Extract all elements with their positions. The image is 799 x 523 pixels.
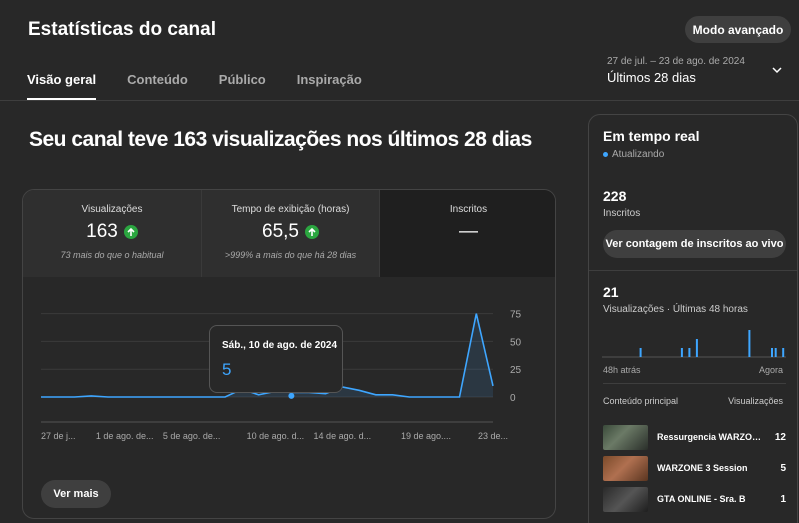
realtime-subs-value: 228 — [603, 188, 627, 204]
realtime-subs-label: Inscritos — [603, 208, 641, 219]
chart-tooltip: Sáb., 10 de ago. de 2024 5 — [209, 325, 343, 393]
metric-note: >999% a mais do que há 28 dias — [224, 250, 357, 260]
tab-inspiration[interactable]: Inspiração — [297, 72, 362, 100]
overview-card: Visualizações 163 73 mais do que o habit… — [22, 189, 556, 519]
x-tick-label: 19 de ago.... — [401, 431, 451, 441]
headline: Seu canal teve 163 visualizações nos últ… — [29, 128, 532, 151]
metric-subscribers[interactable]: Inscritos — — [379, 190, 555, 277]
realtime-bar — [748, 330, 751, 357]
realtime-status: Atualizando — [612, 149, 665, 160]
arrow-up-icon — [304, 225, 319, 239]
metric-value: — — [459, 221, 478, 242]
live-sub-count-button[interactable]: Ver contagem de inscritos ao vivo — [603, 230, 786, 258]
metric-label: Inscritos — [449, 204, 488, 215]
metric-note: 73 mais do que o habitual — [60, 250, 164, 260]
top-content-header: Conteúdo principal — [603, 396, 679, 406]
advanced-mode-button[interactable]: Modo avançado — [685, 16, 791, 43]
metric-value: 65,5 — [262, 221, 299, 242]
divider — [603, 383, 786, 384]
realtime-bar — [639, 348, 642, 357]
tooltip-value: 5 — [222, 360, 232, 379]
x-tick-label: 1 de ago. de... — [96, 431, 154, 441]
tab-overview[interactable]: Visão geral — [27, 72, 97, 100]
realtime-title: Em tempo real — [603, 128, 700, 144]
realtime-card: Em tempo real Atualizando 228 Inscritos … — [588, 114, 798, 523]
header: Estatísticas do canal Modo avançado Visã… — [0, 0, 799, 101]
y-tick-label: 75 — [510, 310, 522, 321]
date-range-selector[interactable]: 27 de jul. – 23 de ago. de 2024 Últimos … — [607, 56, 745, 85]
realtime-views-value: 21 — [603, 284, 619, 300]
realtime-bar — [695, 339, 698, 357]
video-thumbnail — [603, 455, 648, 481]
x-tick-label: 5 de ago. de... — [163, 431, 221, 441]
views-header: Visualizações — [728, 396, 783, 406]
highlight-point — [288, 392, 295, 399]
video-views: 12 — [774, 431, 786, 443]
tab-content[interactable]: Conteúdo — [127, 72, 188, 100]
divider — [589, 270, 797, 271]
y-tick-label: 50 — [510, 337, 522, 348]
video-title: WARZONE 3 Session — [657, 463, 748, 473]
metric-watch-time[interactable]: Tempo de exibição (horas) 65,5 >999% a m… — [201, 190, 379, 277]
see-more-button[interactable]: Ver mais — [41, 480, 111, 508]
date-range-label: Últimos 28 dias — [607, 70, 696, 85]
x-tick-label: 10 de ago. d... — [247, 431, 305, 441]
realtime-bar — [771, 348, 773, 357]
metric-value: 163 — [86, 221, 118, 242]
tab-bar: Visão geral Conteúdo Público Inspiração — [27, 72, 393, 100]
time-axis-end: Agora — [758, 365, 783, 375]
page-title: Estatísticas do canal — [28, 19, 216, 40]
tab-audience[interactable]: Público — [219, 72, 266, 100]
time-axis-start: 48h atrás — [603, 365, 641, 375]
x-tick-label: 23 de... — [478, 431, 508, 441]
arrow-up-icon — [123, 225, 138, 239]
video-title: GTA ONLINE - Sra. B — [657, 494, 746, 504]
y-tick-label: 0 — [510, 393, 516, 404]
video-title: Ressurgencia WARZONE 3 — [657, 432, 762, 442]
metric-views[interactable]: Visualizações 163 73 mais do que o habit… — [23, 190, 201, 277]
y-tick-label: 25 — [510, 365, 522, 376]
metric-label: Visualizações — [81, 204, 143, 215]
live-dot-icon — [603, 152, 608, 157]
chevron-down-icon[interactable] — [771, 64, 783, 76]
realtime-bar — [782, 348, 785, 357]
x-tick-label: 27 de j... — [41, 431, 76, 441]
video-thumbnail — [603, 424, 648, 450]
x-tick-label: 14 de ago. d... — [314, 431, 372, 441]
top-content-row[interactable]: WARZONE 3 Session 5 — [603, 455, 786, 481]
realtime-bar-chart[interactable] — [602, 325, 786, 361]
video-views: 5 — [780, 462, 786, 474]
date-range-dates: 27 de jul. – 23 de ago. de 2024 — [607, 56, 745, 67]
top-content-row[interactable]: GTA ONLINE - Sra. B 1 — [603, 486, 786, 512]
realtime-bar — [680, 348, 683, 357]
metric-label: Tempo de exibição (horas) — [231, 204, 350, 215]
top-content-row[interactable]: Ressurgencia WARZONE 3 12 — [603, 424, 786, 450]
tooltip-date: Sáb., 10 de ago. de 2024 — [222, 340, 338, 351]
video-thumbnail — [603, 486, 648, 512]
realtime-bar — [688, 348, 691, 357]
video-views: 1 — [780, 493, 786, 505]
realtime-views-label: Visualizações · Últimas 48 horas — [603, 304, 748, 315]
metrics-row: Visualizações 163 73 mais do que o habit… — [23, 190, 555, 277]
realtime-bar — [774, 348, 777, 357]
